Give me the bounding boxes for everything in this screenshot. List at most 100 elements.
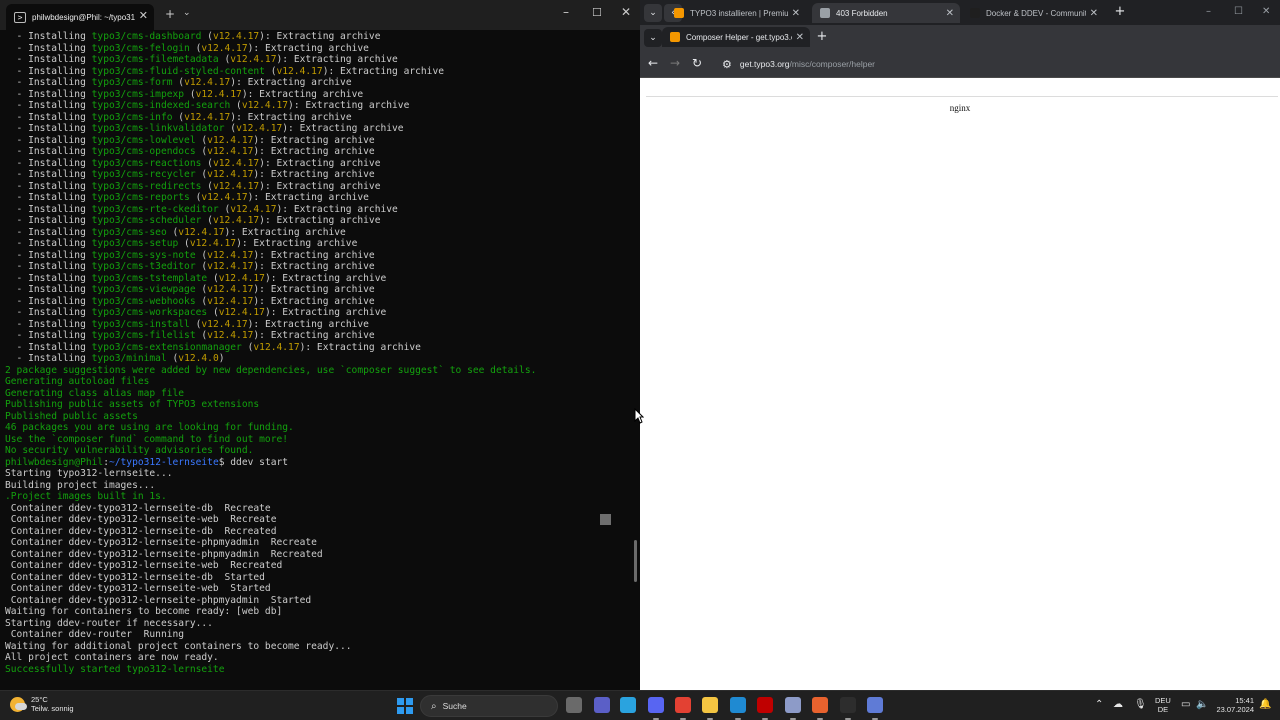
ddev-app-icon[interactable] (867, 697, 883, 713)
mouse-cursor-icon (634, 408, 644, 424)
terminal-text: - Installing (5, 88, 92, 100)
vscode-icon[interactable] (730, 697, 746, 713)
microphone-icon[interactable]: 🎙 (1134, 699, 1147, 710)
search-box[interactable]: ⌕ Suche (420, 695, 558, 717)
minimize-icon[interactable]: – (1206, 6, 1211, 17)
close-tab-icon[interactable]: ✕ (796, 32, 804, 43)
terminal-text: v12.4.17 (212, 215, 260, 226)
filezilla-icon[interactable] (757, 697, 773, 713)
reload-icon[interactable]: ↻ (692, 56, 702, 70)
terminal-tab[interactable]: > philwbdesign@Phil: ~/typo31 ✕ (6, 4, 154, 30)
terminal-line: - Installing typo3/cms-t3editor (v12.4.1… (5, 261, 635, 273)
browser-tabstrip[interactable]: ⌄ ‹ TYPO3 installieren | Premium Tu ✕ 40… (640, 0, 1280, 25)
terminal-text: typo3/cms-form (91, 77, 173, 88)
terminal-text: v12.4.17 (230, 203, 277, 215)
volume-icon[interactable]: 🔈 (1196, 699, 1208, 710)
terminal-text: - Installing (5, 169, 92, 180)
chevron-down-icon[interactable]: ⌄ (183, 8, 191, 18)
terminal-text: ) (218, 353, 225, 364)
minimize-icon[interactable]: – (563, 5, 569, 19)
tab-403-forbidden[interactable]: 403 Forbidden ✕ (812, 3, 960, 23)
terminal-text: v12.4.17 (236, 123, 283, 134)
terminal-text: Starting ddev-router if necessary... (5, 617, 213, 629)
browser-tabstrip-2[interactable]: ⌄ Composer Helper - get.typo3.o ✕ + (640, 25, 1280, 50)
terminal-text: Container ddev-typo312-lernseite-web Rec… (5, 514, 277, 525)
terminal-text: ( (201, 157, 213, 169)
orange-app-icon[interactable] (812, 697, 828, 713)
terminal-text: ): Extracting archive (241, 88, 364, 100)
terminal-text: ): Extracting archive (253, 249, 375, 261)
terminal-scrollbar[interactable] (634, 540, 637, 582)
tab-composer-helper[interactable]: Composer Helper - get.typo3.o ✕ (662, 27, 810, 47)
terminal-text: ): Extracting archive (264, 272, 387, 284)
terminal-line: Building project images... (5, 480, 635, 492)
browser-window[interactable]: ⌄ ‹ TYPO3 installieren | Premium Tu ✕ 40… (640, 0, 1280, 690)
settings-icon[interactable] (785, 697, 801, 713)
terminal-line: - Installing typo3/cms-redirects (v12.4.… (5, 181, 635, 193)
chrome-icon[interactable] (675, 697, 691, 713)
language-indicator[interactable]: DEU DE (1155, 696, 1171, 714)
tab-typo3-premium[interactable]: TYPO3 installieren | Premium Tu ✕ (666, 3, 806, 23)
terminal-text: Use the `composer fund` command to find … (5, 433, 289, 445)
start-button[interactable] (397, 698, 413, 714)
terminal-output[interactable]: - Installing typo3/cms-dashboard (v12.4.… (5, 31, 635, 675)
notification-bell-icon[interactable]: 🔔 (1259, 699, 1271, 710)
chevron-up-icon[interactable]: ⌃ (1095, 699, 1103, 710)
terminal-text: ( (218, 54, 231, 65)
terminal-text: ( (195, 169, 208, 180)
terminal-text: ): Extracting archive (259, 157, 381, 169)
new-tab-icon[interactable]: + (1112, 4, 1128, 20)
back-icon[interactable]: ← (648, 56, 658, 70)
file-manager-icon[interactable] (566, 697, 582, 713)
close-tab-icon[interactable]: ✕ (946, 8, 954, 19)
terminal-window[interactable]: > philwbdesign@Phil: ~/typo31 ✕ + ⌄ – ☐ … (0, 0, 640, 690)
folder-icon[interactable] (702, 697, 718, 713)
cloud-icon[interactable]: ☁ (1113, 699, 1123, 710)
network-icon[interactable]: ▭ (1181, 699, 1190, 710)
terminal-text: ): Extracting archive (322, 65, 444, 77)
terminal-text: ): Extracting archive (247, 192, 369, 203)
weather-icon (10, 696, 27, 712)
close-tab-icon[interactable]: ✕ (792, 8, 800, 19)
weather-widget[interactable]: 25°C Teilw. sonnig (10, 695, 74, 713)
terminal-app-icon[interactable] (840, 697, 856, 713)
close-tab-icon[interactable]: ✕ (139, 9, 148, 22)
terminal-text: typo3/cms-impexp (91, 88, 185, 100)
telegram-icon[interactable] (620, 697, 636, 713)
tab-docker-ddev[interactable]: Docker & DDEV - Community ✕ (962, 3, 1104, 23)
close-window-icon[interactable]: ✕ (1262, 6, 1270, 17)
terminal-text: typo3/cms-fluid-styled-content (91, 65, 265, 77)
tab-label: Docker & DDEV - Community (986, 8, 1086, 18)
terminal-text: - Installing (5, 157, 92, 169)
maximize-icon[interactable]: ☐ (592, 6, 602, 19)
language-code: DEU (1155, 696, 1171, 705)
terminal-text: typo3/cms-linkvalidator (91, 123, 225, 134)
teams-icon[interactable] (594, 697, 610, 713)
close-tab-icon[interactable]: ✕ (1090, 8, 1098, 19)
discord-icon[interactable] (648, 697, 664, 713)
maximize-icon[interactable]: ☐ (1234, 6, 1243, 17)
terminal-text: v12.4.17 (201, 318, 248, 330)
terminal-text: typo3/cms-rte-ckeditor (91, 203, 219, 215)
tab-search-icon[interactable]: ⌄ (644, 29, 662, 47)
forward-icon[interactable]: → (670, 56, 680, 70)
terminal-text: ( (172, 111, 185, 123)
terminal-line: Container ddev-router Running (5, 629, 635, 641)
terminal-text: v12.4.17 (212, 157, 260, 169)
terminal-line: Container ddev-typo312-lernseite-phpmyad… (5, 549, 635, 561)
terminal-line: - Installing typo3/cms-dashboard (v12.4.… (5, 31, 635, 43)
terminal-text: typo3/cms-scheduler (91, 215, 202, 226)
clock[interactable]: 15:41 23.07.2024 (1212, 696, 1254, 714)
terminal-line: - Installing typo3/cms-reports (v12.4.17… (5, 192, 635, 204)
site-info-icon[interactable]: ⚙ (722, 58, 732, 71)
new-tab-icon[interactable]: + (814, 29, 830, 45)
address-bar[interactable]: ⚙ get.typo3.org /misc/composer/helper (716, 53, 1276, 75)
terminal-line: Container ddev-typo312-lernseite-db Recr… (5, 503, 635, 515)
terminal-text: - Installing (5, 341, 92, 353)
terminal-line: - Installing typo3/cms-workspaces (v12.4… (5, 307, 635, 319)
terminal-text: ): Extracting archive (253, 295, 375, 307)
terminal-titlebar[interactable]: > philwbdesign@Phil: ~/typo31 ✕ + ⌄ – ☐ … (0, 0, 640, 30)
tab-search-icon[interactable]: ⌄ (644, 4, 662, 22)
new-tab-icon[interactable]: + (165, 7, 175, 21)
close-window-icon[interactable]: ✕ (621, 5, 631, 19)
